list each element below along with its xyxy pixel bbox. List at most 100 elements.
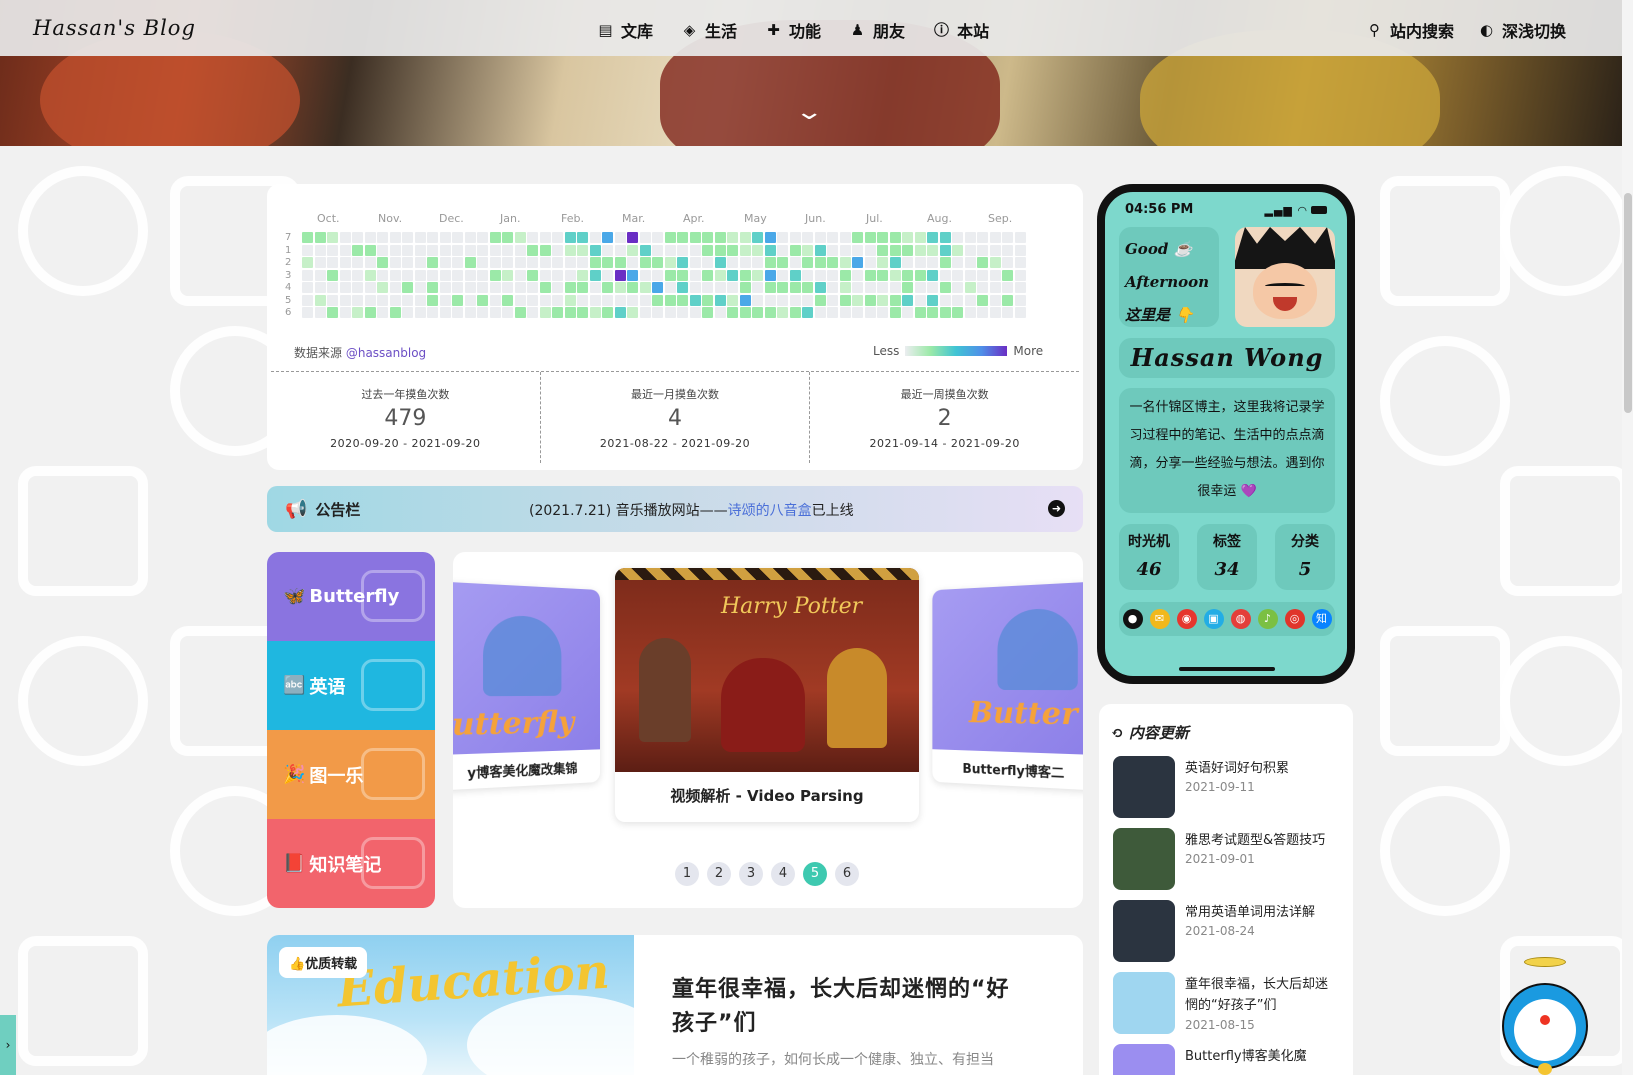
notice-link[interactable]: 诗颂的八音盒 — [728, 503, 812, 519]
heatmap-cell[interactable] — [877, 294, 888, 306]
heatmap-cell[interactable] — [677, 307, 688, 318]
heatmap-cell[interactable] — [714, 244, 726, 256]
heatmap-cell[interactable] — [977, 282, 988, 293]
heatmap-cell[interactable] — [627, 232, 638, 243]
heatmap-cell[interactable] — [914, 257, 926, 268]
heatmap-cell[interactable] — [689, 244, 701, 256]
heatmap-cell[interactable] — [314, 232, 326, 243]
stat-archives[interactable]: 时光机 46 — [1119, 524, 1179, 590]
heatmap-cell[interactable] — [1002, 307, 1013, 318]
heatmap-cell[interactable] — [564, 269, 576, 281]
heatmap-cell[interactable] — [764, 257, 776, 268]
heatmap-cell[interactable] — [939, 307, 951, 318]
heatmap-cell[interactable] — [489, 294, 501, 306]
heatmap-cell[interactable] — [789, 307, 801, 318]
heatmap-cell[interactable] — [827, 257, 838, 268]
nav-item-library[interactable]: ▤ 文库 — [597, 18, 653, 42]
heatmap-cell[interactable] — [664, 307, 676, 318]
heatmap-cell[interactable] — [602, 307, 613, 318]
heatmap-cell[interactable] — [439, 294, 451, 306]
carousel-slide[interactable]: Butter Butterfly博客二 — [932, 581, 1083, 791]
post-card[interactable]: Education 👍优质转载 童年很幸福，长大后却迷惘的“好孩子”们 一个稚弱… — [267, 935, 1083, 1075]
heatmap-cell[interactable] — [852, 282, 863, 293]
bilibili-icon[interactable]: ▣ — [1203, 609, 1224, 629]
netease-icon[interactable]: ◎ — [1284, 609, 1305, 629]
page-dot-4[interactable]: 4 — [771, 862, 795, 886]
heatmap-cell[interactable] — [402, 294, 413, 306]
heatmap-cell[interactable] — [1014, 307, 1026, 318]
heatmap-cell[interactable] — [352, 244, 363, 256]
heatmap-cell[interactable] — [439, 269, 451, 281]
heatmap-cell[interactable] — [539, 282, 551, 293]
heatmap-cell[interactable] — [1002, 244, 1013, 256]
heatmap-cell[interactable] — [402, 257, 413, 268]
heatmap-cell[interactable] — [752, 257, 763, 268]
heatmap-cell[interactable] — [539, 232, 551, 243]
heatmap-cell[interactable] — [952, 244, 963, 256]
heatmap-cell[interactable] — [327, 257, 338, 268]
heatmap-cell[interactable] — [489, 282, 501, 293]
heatmap-cell[interactable] — [477, 294, 488, 306]
doraemon-mascot[interactable] — [1500, 955, 1590, 1075]
heatmap-cell[interactable] — [764, 232, 776, 243]
heatmap-cell[interactable] — [1002, 282, 1013, 293]
heatmap-cell[interactable] — [339, 294, 351, 306]
heatmap-cell[interactable] — [352, 232, 363, 243]
heatmap-cell[interactable] — [577, 257, 588, 268]
heatmap-cell[interactable] — [877, 307, 888, 318]
heatmap-cell[interactable] — [977, 232, 988, 243]
heatmap-cell[interactable] — [364, 307, 376, 318]
heatmap-cell[interactable] — [789, 282, 801, 293]
heatmap-cell[interactable] — [814, 294, 826, 306]
heatmap-cell[interactable] — [627, 244, 638, 256]
heatmap-cell[interactable] — [702, 282, 713, 293]
heatmap-cell[interactable] — [739, 307, 751, 318]
heatmap-cell[interactable] — [464, 232, 476, 243]
heatmap-cell[interactable] — [1014, 269, 1026, 281]
heatmap-cell[interactable] — [377, 257, 388, 268]
heatmap-cell[interactable] — [727, 282, 738, 293]
heatmap-cell[interactable] — [714, 257, 726, 268]
heatmap-cell[interactable] — [614, 269, 626, 281]
page-scrollbar[interactable] — [1622, 0, 1633, 1075]
heatmap-cell[interactable] — [902, 244, 913, 256]
heatmap-cell[interactable] — [477, 257, 488, 268]
heatmap-cell[interactable] — [389, 244, 401, 256]
stat-tags[interactable]: 标签 34 — [1197, 524, 1257, 590]
heatmap-cell[interactable] — [802, 294, 813, 306]
heatmap-cell[interactable] — [764, 307, 776, 318]
heatmap-cell[interactable] — [602, 269, 613, 281]
heatmap-cell[interactable] — [389, 294, 401, 306]
heatmap-cell[interactable] — [452, 282, 463, 293]
heatmap-cell[interactable] — [514, 307, 526, 318]
heatmap-cell[interactable] — [514, 282, 526, 293]
update-title[interactable]: Butterfly博客美化魔 — [1185, 1046, 1335, 1067]
heatmap-cell[interactable] — [477, 269, 488, 281]
heatmap-cell[interactable] — [452, 257, 463, 268]
heatmap-cell[interactable] — [977, 257, 988, 268]
heatmap-cell[interactable] — [602, 294, 613, 306]
heatmap-cell[interactable] — [439, 257, 451, 268]
heatmap-cell[interactable] — [414, 269, 426, 281]
heatmap-cell[interactable] — [427, 257, 438, 268]
heatmap-cell[interactable] — [589, 257, 601, 268]
heatmap-cell[interactable] — [427, 269, 438, 281]
heatmap-cell[interactable] — [464, 244, 476, 256]
heatmap-cell[interactable] — [852, 294, 863, 306]
update-thumbnail[interactable] — [1113, 1044, 1175, 1075]
chevron-down-icon[interactable]: ⌄ — [794, 100, 824, 125]
heatmap-cell[interactable] — [652, 294, 663, 306]
heatmap-cell[interactable] — [389, 257, 401, 268]
heatmap-cell[interactable] — [327, 232, 338, 243]
update-thumbnail[interactable] — [1113, 828, 1175, 890]
heatmap-cell[interactable] — [327, 282, 338, 293]
heatmap-cell[interactable] — [939, 257, 951, 268]
heatmap-cell[interactable] — [889, 307, 901, 318]
heatmap-cell[interactable] — [864, 282, 876, 293]
heatmap-cell[interactable] — [689, 257, 701, 268]
heatmap-cell[interactable] — [777, 294, 788, 306]
heatmap-cell[interactable] — [489, 232, 501, 243]
heatmap-cell[interactable] — [964, 282, 976, 293]
heatmap-cell[interactable] — [977, 244, 988, 256]
heatmap-cell[interactable] — [302, 282, 313, 293]
